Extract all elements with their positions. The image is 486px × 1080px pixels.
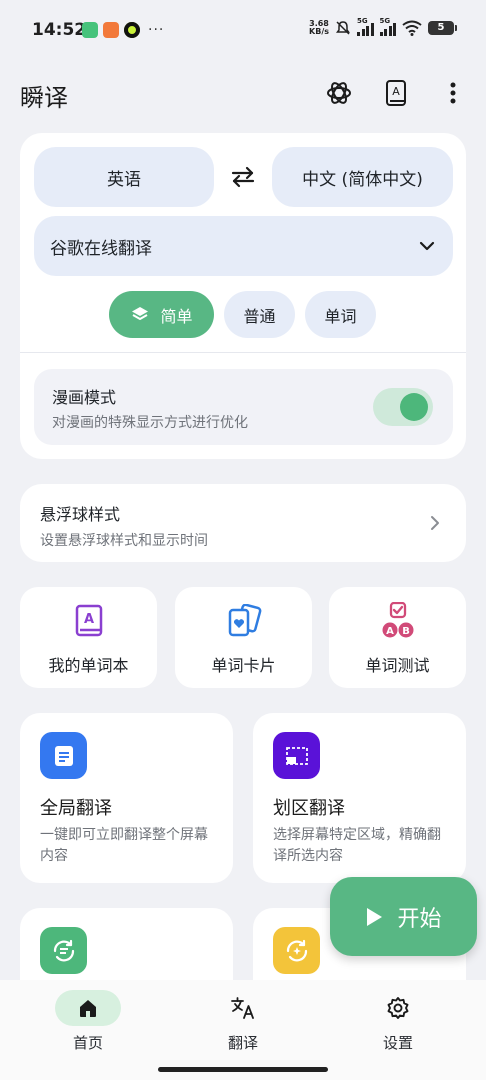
target-language-label: 中文 (简体中文) <box>302 169 423 190</box>
flashcard-icon <box>226 603 262 639</box>
auto-translate-icon <box>40 927 87 974</box>
svg-text:A: A <box>386 626 394 637</box>
wordbook-icon: A <box>71 603 107 639</box>
more-notifications-indicator: ··· <box>148 22 165 38</box>
nav-item-translate[interactable]: 翻译 <box>193 990 293 1060</box>
wifi-icon <box>402 20 422 36</box>
feature-description: 一键即可立即翻译整个屏幕内容 <box>40 827 208 864</box>
my-wordbook-tile[interactable]: A 我的单词本 <box>20 587 157 688</box>
feature-title: 全局翻译 <box>40 798 112 819</box>
mode-chip-word[interactable]: 单词 <box>305 291 376 338</box>
nav-label: 首页 <box>72 1034 103 1052</box>
manga-mode-title: 漫画模式 <box>52 388 117 407</box>
global-translate-card[interactable]: 全局翻译 一键即可立即翻译整个屏幕内容 <box>20 713 233 883</box>
feature-description: 选择屏幕特定区域，精确翻译所选内容 <box>273 827 441 864</box>
word-quiz-tile[interactable]: A B 单词测试 <box>329 587 466 688</box>
mode-chip-label: 简单 <box>160 306 193 326</box>
float-ball-title: 悬浮球样式 <box>40 505 121 524</box>
nav-item-settings[interactable]: 设置 <box>348 990 448 1060</box>
signal-icon: 5G <box>357 17 374 36</box>
mode-chip-label: 普通 <box>243 306 276 326</box>
status-time: 14:52 <box>32 20 87 40</box>
chevron-down-icon <box>419 236 435 256</box>
start-button-label: 开始 <box>397 906 442 932</box>
divider <box>20 352 466 353</box>
quiz-icon: A B <box>380 602 416 639</box>
manga-mode-subtitle: 对漫画的特殊显示方式进行优化 <box>52 415 248 431</box>
source-language-label: 英语 <box>107 169 141 190</box>
document-icon <box>40 732 87 779</box>
system-icons: 3.68 KB/s 5G 5G 5 <box>309 17 457 36</box>
svg-text:A: A <box>83 612 93 627</box>
mode-chip-label: 单词 <box>324 306 357 326</box>
target-language-button[interactable]: 中文 (简体中文) <box>272 147 453 207</box>
mode-chip-normal[interactable]: 普通 <box>224 291 295 338</box>
svg-text:B: B <box>402 626 410 637</box>
app-notification-icon <box>103 22 119 38</box>
word-flashcard-tile[interactable]: 单词卡片 <box>175 587 312 688</box>
manga-mode-setting: 漫画模式 对漫画的特殊显示方式进行优化 <box>34 369 453 445</box>
openai-icon[interactable] <box>324 78 354 108</box>
tile-label: 单词卡片 <box>211 656 276 675</box>
translate-icon <box>210 990 276 1026</box>
layers-icon <box>132 306 149 320</box>
network-speed: 3.68 KB/s <box>309 19 329 36</box>
tile-label: 单词测试 <box>365 656 430 675</box>
float-ball-subtitle: 设置悬浮球样式和显示时间 <box>40 533 208 549</box>
dictionary-icon[interactable]: A <box>381 78 411 108</box>
battery-icon: 5 <box>428 21 457 35</box>
settings-icon <box>365 990 431 1026</box>
toggle-knob <box>400 393 428 421</box>
swap-languages-icon[interactable] <box>229 165 257 189</box>
home-indicator[interactable] <box>158 1067 328 1072</box>
bottom-navigation: 首页 翻译 设置 <box>0 980 486 1080</box>
mute-icon <box>336 21 350 35</box>
manga-mode-toggle[interactable] <box>373 388 433 426</box>
status-bar: 14:52 ··· 3.68 KB/s 5G 5G 5 <box>0 0 486 62</box>
play-icon <box>367 907 383 926</box>
more-vert-icon[interactable] <box>438 78 468 108</box>
nav-item-home[interactable]: 首页 <box>38 990 138 1060</box>
region-translate-card[interactable]: 划区翻译 选择屏幕特定区域，精确翻译所选内容 <box>253 713 466 883</box>
svg-text:A: A <box>392 85 400 98</box>
app-notification-icon <box>124 22 140 38</box>
signal-icon: 5G <box>379 17 396 36</box>
nav-label: 设置 <box>382 1034 413 1052</box>
refresh-icon <box>273 927 320 974</box>
nav-label: 翻译 <box>227 1034 258 1052</box>
tile-label: 我的单词本 <box>48 656 129 675</box>
mode-chip-simple[interactable]: 简单 <box>109 291 214 338</box>
feature-title: 划区翻译 <box>273 798 345 819</box>
home-icon <box>55 990 121 1026</box>
start-button[interactable]: 开始 <box>330 877 477 956</box>
source-language-button[interactable]: 英语 <box>34 147 214 207</box>
notification-icons: ··· <box>82 22 164 38</box>
translation-engine-select[interactable]: 谷歌在线翻译 <box>34 216 453 276</box>
app-title: 瞬译 <box>20 84 68 112</box>
app-notification-icon <box>82 22 98 38</box>
region-select-icon <box>273 732 320 779</box>
engine-label: 谷歌在线翻译 <box>50 238 152 259</box>
float-ball-style-row[interactable]: 悬浮球样式 设置悬浮球样式和显示时间 <box>20 484 466 562</box>
chevron-right-icon <box>430 515 440 535</box>
